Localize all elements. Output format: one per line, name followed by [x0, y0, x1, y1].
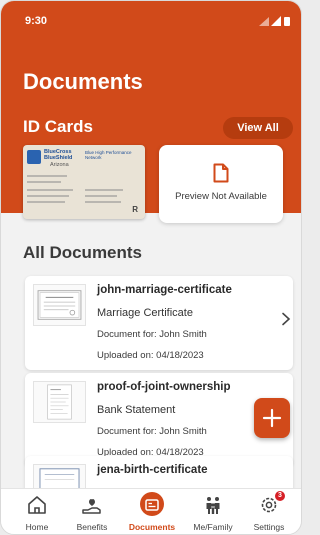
card-text-line: [85, 201, 121, 203]
benefits-icon: [82, 498, 101, 514]
signal-battery-icon: [259, 16, 290, 26]
documents-icon: [145, 499, 159, 511]
document-type: Marriage Certificate: [97, 307, 193, 319]
card-rx-mark: R: [132, 205, 138, 214]
card-text-line: [85, 195, 117, 197]
plus-icon: [262, 408, 282, 428]
tab-me-family[interactable]: Me/Family: [183, 489, 243, 534]
tab-label: Me/Family: [193, 522, 233, 532]
card-text-line: [27, 181, 61, 183]
view-all-button[interactable]: View All: [223, 117, 293, 139]
tab-label: Home: [25, 522, 49, 532]
document-owner: Document for: John Smith: [97, 329, 207, 340]
status-time: 9:30: [25, 15, 48, 27]
tab-label: Benefits: [76, 522, 108, 532]
card-state-text: Arizona: [50, 162, 69, 168]
card-text-line: [27, 189, 73, 191]
family-icon: [206, 497, 220, 514]
card-text-line: [27, 201, 65, 203]
bcbs-logo-text: BlueCross BlueShield: [44, 149, 73, 161]
document-name: john-marriage-certificate: [97, 284, 232, 296]
bottom-tab-bar: Home Benefits Documents Me/Family 3 Sett…: [1, 488, 301, 534]
add-document-button[interactable]: [254, 398, 290, 438]
card-text-line: [27, 175, 67, 177]
id-card-preview-unavailable[interactable]: Preview Not Available: [159, 145, 283, 223]
status-bar: 9:30: [1, 1, 301, 35]
tab-label: Settings: [253, 522, 285, 532]
card-text-line: [27, 195, 69, 197]
notification-badge: 3: [275, 491, 285, 501]
tab-documents[interactable]: Documents: [122, 489, 182, 534]
document-name: proof-of-joint-ownership: [97, 381, 231, 393]
document-card[interactable]: john-marriage-certificate Marriage Certi…: [25, 276, 293, 370]
preview-unavailable-text: Preview Not Available: [175, 191, 267, 202]
document-thumbnail: [33, 284, 86, 326]
card-text-line: [85, 189, 123, 191]
all-documents-title: All Documents: [23, 243, 143, 262]
document-name: jena-birth-certificate: [97, 464, 208, 476]
id-cards-title: ID Cards: [23, 117, 93, 136]
bcbs-logo-icon: [27, 150, 41, 164]
id-card-thumbnail[interactable]: BlueCross BlueShield Blue High Performan…: [23, 145, 145, 219]
page-title: Documents: [23, 69, 143, 94]
tab-home[interactable]: Home: [7, 489, 67, 534]
document-upload-date: Uploaded on: 04/18/2023: [97, 350, 204, 361]
document-thumbnail: [33, 381, 86, 423]
app-screen: 9:30 Documents ID Cards View All BlueCro…: [0, 0, 302, 535]
tab-settings[interactable]: 3 Settings: [239, 489, 299, 534]
home-icon: [28, 496, 46, 514]
document-card[interactable]: proof-of-joint-ownership Bank Statement …: [25, 373, 293, 467]
chevron-right-icon[interactable]: [281, 312, 291, 326]
tab-benefits[interactable]: Benefits: [62, 489, 122, 534]
document-owner: Document for: John Smith: [97, 426, 207, 437]
document-icon: [213, 163, 229, 183]
tab-label: Documents: [128, 522, 176, 532]
document-type: Bank Statement: [97, 404, 176, 416]
card-network-text: Blue High Performance Network: [85, 150, 132, 160]
